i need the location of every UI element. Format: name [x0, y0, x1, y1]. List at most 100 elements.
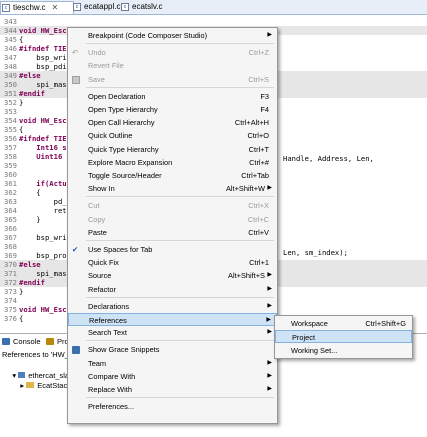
- line-number: 354: [4, 116, 17, 125]
- folder-icon: [26, 382, 35, 388]
- menu-item-label: Explore Macro Expansion: [88, 157, 173, 167]
- menu-item-toggle-source-header[interactable]: Toggle Source/Header Ctrl+Tab: [68, 169, 277, 182]
- menu-item-label: Show In: [88, 184, 115, 194]
- line-number: 360: [4, 170, 17, 179]
- menu-item-search-text[interactable]: Search Text ▶: [68, 326, 277, 339]
- menu-item-revert-file[interactable]: Revert File: [68, 59, 277, 72]
- menu-item-show-grace-snippets[interactable]: Show Grace Snippets: [68, 343, 277, 356]
- context-menu: Breakpoint (Code Composer Studio) ▶ ↶ Undo C…: [67, 27, 278, 424]
- menu-item-label: Use Spaces for Tab: [88, 245, 153, 254]
- submenu-item-workspace[interactable]: Workspace Ctrl+Shift+G: [275, 317, 412, 330]
- line-number: 359: [4, 161, 17, 170]
- submenu-arrow-icon: ▶: [267, 185, 272, 192]
- close-icon[interactable]: ✕: [51, 3, 58, 12]
- menu-item-quick-type-hierarchy[interactable]: Quick Type Hierarchy Ctrl+T: [68, 143, 277, 156]
- submenu-arrow-icon: ▶: [267, 386, 272, 392]
- line-number: 358: [4, 152, 17, 161]
- line-number: 352: [4, 98, 17, 107]
- code-text: bsp_pdi: [19, 62, 67, 71]
- menu-item-label: Compare With: [88, 371, 136, 381]
- menu-separator: [86, 43, 274, 45]
- tab-problems[interactable]: Pro: [46, 336, 69, 347]
- menu-item-preferences[interactable]: Preferences...: [68, 400, 277, 413]
- menu-separator: [86, 296, 274, 298]
- code-text: {: [19, 125, 24, 134]
- menu-item-shortcut: Ctrl+Z: [248, 48, 269, 58]
- code-text: {: [19, 188, 41, 197]
- menu-item-copy[interactable]: Copy Ctrl+C: [68, 213, 277, 226]
- menu-item-use-spaces-for-tab[interactable]: ✔ Use Spaces for Tab: [68, 243, 277, 256]
- line-number: 374: [4, 296, 17, 305]
- menu-separator: [86, 240, 274, 241]
- menu-item-shortcut: Ctrl+O: [247, 131, 269, 141]
- menu-item-shortcut: F4: [260, 105, 269, 114]
- menu-item-compare-with[interactable]: Compare With ▶: [68, 370, 277, 383]
- c-file-icon: c: [121, 3, 129, 11]
- menu-item-open-call-hierarchy[interactable]: Open Call Hierarchy Ctrl+Alt+H: [68, 116, 277, 129]
- code-text: #endif: [19, 89, 45, 98]
- menu-item-declarations[interactable]: Declarations ▶: [68, 300, 277, 313]
- menu-item-label: Workspace: [291, 319, 328, 328]
- menu-item-breakpoint-code-composer-studio[interactable]: Breakpoint (Code Composer Studio) ▶: [68, 29, 277, 42]
- code-text: void HW_Esc: [19, 116, 67, 125]
- checkmark-icon: ✔: [72, 245, 79, 254]
- tab-tieschw-c[interactable]: c tieschw.c ✕: [0, 1, 74, 14]
- menu-item-label: Preferences...: [88, 402, 135, 412]
- code-text: ret: [19, 206, 67, 215]
- menu-item-label: Replace With: [88, 385, 132, 394]
- menu-item-shortcut: Ctrl+X: [248, 201, 269, 211]
- menu-item-open-declaration[interactable]: Open Declaration F3: [68, 90, 277, 103]
- code-text: spi_mast: [19, 269, 71, 278]
- code-text: }: [19, 287, 24, 296]
- submenu-item-working-set[interactable]: Working Set...: [275, 344, 412, 357]
- line-number: 361: [4, 179, 17, 188]
- menu-separator: [86, 397, 274, 399]
- tab-label: ecatslv.c: [132, 2, 163, 11]
- menu-item-label: Declarations: [88, 301, 130, 311]
- menu-item-save[interactable]: Save Ctrl+S: [68, 73, 277, 86]
- menu-item-quick-outline[interactable]: Quick Outline Ctrl+O: [68, 129, 277, 142]
- menu-item-explore-macro-expansion[interactable]: Explore Macro Expansion Ctrl+#: [68, 156, 277, 169]
- line-number: 370: [4, 260, 17, 269]
- menu-item-cut[interactable]: Cut Ctrl+X: [68, 199, 277, 212]
- code-text: {: [19, 314, 24, 323]
- menu-item-show-in[interactable]: Show In Alt+Shift+W ▶: [68, 182, 277, 195]
- tab-console[interactable]: Console: [2, 336, 41, 347]
- references-submenu: Workspace Ctrl+Shift+G Project Working Set.…: [274, 315, 413, 359]
- line-number: 343: [4, 17, 17, 26]
- submenu-arrow-icon: ▶: [267, 329, 272, 336]
- line-number: 346: [4, 44, 17, 53]
- menu-item-open-type-hierarchy[interactable]: Open Type Hierarchy F4: [68, 103, 277, 116]
- line-number: 348: [4, 62, 17, 71]
- line-number: 372: [4, 278, 17, 287]
- menu-item-label: Quick Outline: [88, 131, 133, 141]
- menu-item-label: Toggle Source/Header: [88, 171, 162, 180]
- menu-item-label: Quick Type Hierarchy: [88, 144, 159, 154]
- code-text: Int16 s: [19, 143, 67, 152]
- tree-item[interactable]: ▸ EcatStack: [12, 372, 71, 399]
- problems-icon: [46, 338, 54, 345]
- menu-item-replace-with[interactable]: Replace With ▶: [68, 383, 277, 396]
- submenu-arrow-icon: ▶: [267, 359, 272, 366]
- menu-item-references[interactable]: References ▶: [68, 313, 277, 326]
- menu-item-shortcut: Alt+Shift+W: [225, 184, 265, 194]
- tab-label: Console: [13, 337, 41, 346]
- c-file-icon: c: [2, 4, 10, 12]
- tab-ecatslv-c[interactable]: c ecatslv.c: [120, 1, 180, 13]
- menu-item-label: Revert File: [88, 61, 124, 71]
- tab-label: tieschw.c: [13, 3, 46, 12]
- menu-item-shortcut: Ctrl+V: [248, 227, 269, 237]
- menu-item-undo[interactable]: ↶ Undo Ctrl+Z: [68, 46, 277, 59]
- menu-item-refactor[interactable]: Refactor ▶: [68, 283, 277, 296]
- menu-item-team[interactable]: Team ▶: [68, 357, 277, 370]
- line-number: 364: [4, 206, 17, 215]
- menu-item-label: Breakpoint (Code Composer Studio): [88, 31, 208, 40]
- line-number: 345: [4, 35, 17, 44]
- menu-item-shortcut: Ctrl+Tab: [241, 171, 269, 180]
- code-text: pd_: [19, 197, 67, 206]
- menu-item-quick-fix[interactable]: Quick Fix Ctrl+1: [68, 256, 277, 269]
- submenu-item-project[interactable]: Project: [275, 330, 412, 344]
- code-text: bsp_pro: [19, 251, 67, 260]
- menu-item-paste[interactable]: Paste Ctrl+V: [68, 226, 277, 239]
- menu-item-source[interactable]: Source Alt+Shift+S ▶: [68, 269, 277, 282]
